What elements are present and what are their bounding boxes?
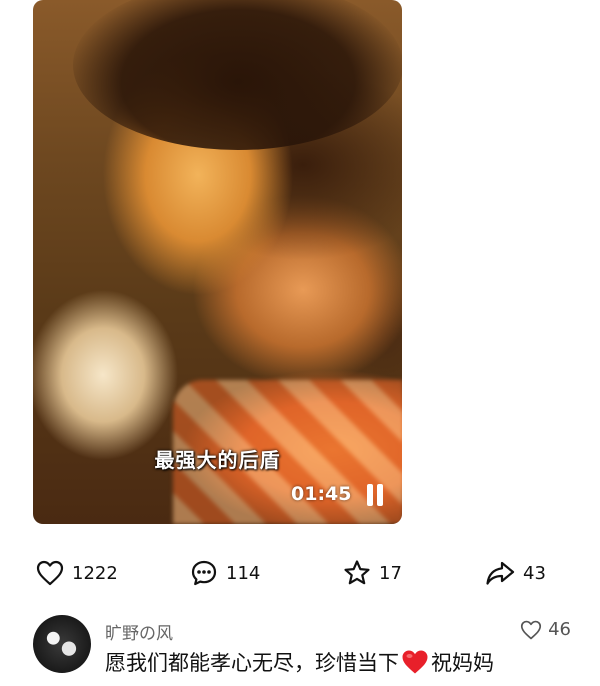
red-heart-emoji-icon	[402, 650, 428, 674]
action-bar: 1222 114 17 43	[0, 558, 600, 588]
star-outline-icon	[344, 560, 370, 585]
pause-icon[interactable]	[365, 484, 385, 506]
favorite-count: 17	[379, 562, 402, 584]
heart-outline-icon	[521, 620, 542, 639]
comment-text: 愿我们都能孝心无尽，珍惜当下 祝妈妈	[105, 647, 494, 677]
share-count: 43	[523, 562, 546, 584]
video-frame-figure	[73, 0, 402, 150]
comment-text-after: 祝妈妈	[431, 651, 494, 675]
comment-text-before: 愿我们都能孝心无尽，珍惜当下	[105, 651, 399, 675]
comment-username[interactable]: 旷野の风	[105, 619, 173, 644]
like-button[interactable]: 1222	[36, 558, 118, 588]
comment-like-count: 46	[548, 619, 571, 640]
favorite-button[interactable]: 17	[343, 558, 402, 588]
heart-outline-icon	[36, 560, 64, 586]
video-player[interactable]: 最强大的后盾 01:45	[33, 0, 402, 524]
comment-bubble-icon	[191, 560, 217, 586]
video-subtitle: 最强大的后盾	[154, 448, 281, 472]
comment-item: 旷野の风 46 愿我们都能孝心无尽，珍惜当下 祝妈妈	[33, 613, 573, 679]
share-button[interactable]: 43	[485, 558, 546, 588]
comment-count: 114	[226, 562, 261, 584]
share-arrow-icon	[486, 561, 515, 585]
avatar[interactable]	[33, 615, 91, 673]
like-count: 1222	[72, 562, 118, 584]
comment-button[interactable]: 114	[190, 558, 260, 588]
comment-like-button[interactable]: 46	[520, 619, 571, 640]
video-timecode: 01:45	[291, 483, 352, 505]
